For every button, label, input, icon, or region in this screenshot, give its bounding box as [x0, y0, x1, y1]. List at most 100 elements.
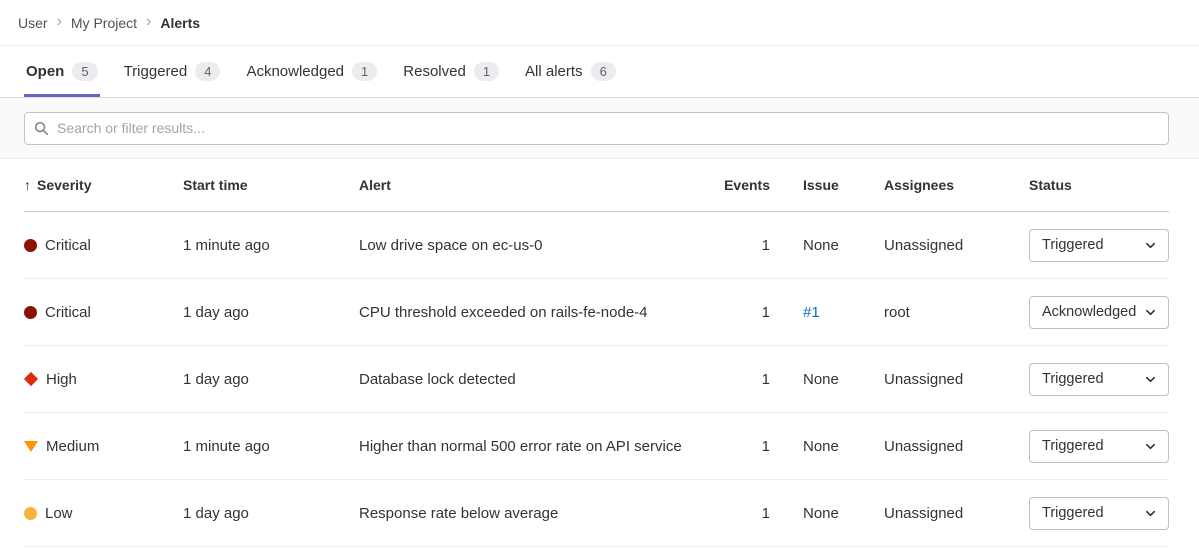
tab-label: All alerts [525, 63, 583, 80]
alert-title-link[interactable]: Response rate below average [359, 505, 710, 522]
events-cell: 1 [710, 438, 770, 455]
status-dropdown[interactable]: Triggered [1029, 497, 1169, 530]
table-row: Medium 1 minute ago Higher than normal 5… [24, 413, 1169, 480]
column-header-status[interactable]: Status [1029, 177, 1169, 193]
breadcrumb-item-my-project[interactable]: My Project [71, 15, 137, 31]
table-row: Critical 1 day ago CPU threshold exceede… [24, 279, 1169, 346]
column-header-label: Severity [37, 177, 91, 193]
issue-cell: None [770, 371, 884, 388]
tab-bar: Open 5 Triggered 4 Acknowledged 1 Resolv… [0, 46, 1199, 98]
status-value: Acknowledged [1042, 304, 1136, 320]
search-input[interactable] [24, 112, 1169, 145]
severity-cell: High [24, 371, 183, 388]
status-dropdown[interactable]: Acknowledged [1029, 296, 1169, 329]
status-dropdown[interactable]: Triggered [1029, 430, 1169, 463]
events-cell: 1 [710, 505, 770, 522]
start-time-cell: 1 day ago [183, 371, 359, 388]
status-value: Triggered [1042, 438, 1104, 454]
severity-label: Critical [45, 237, 91, 254]
events-cell: 1 [710, 304, 770, 321]
severity-label: Low [45, 505, 73, 522]
events-cell: 1 [710, 371, 770, 388]
issue-value: None [803, 371, 839, 388]
issue-cell: None [770, 237, 884, 254]
chevron-down-icon [1145, 240, 1156, 251]
search-box [24, 112, 1169, 145]
tab-label: Triggered [124, 63, 188, 80]
chevron-down-icon [1145, 374, 1156, 385]
column-header-issue: Issue [770, 177, 884, 193]
severity-medium-icon [24, 441, 38, 452]
events-cell: 1 [710, 237, 770, 254]
filter-bar [0, 98, 1199, 159]
alert-title-link[interactable]: CPU threshold exceeded on rails-fe-node-… [359, 304, 710, 321]
status-value: Triggered [1042, 237, 1104, 253]
issue-cell: None [770, 505, 884, 522]
table-row: High 1 day ago Database lock detected 1 … [24, 346, 1169, 413]
start-time-cell: 1 day ago [183, 304, 359, 321]
status-value: Triggered [1042, 505, 1104, 521]
sort-ascending-icon: ↑ [24, 177, 31, 193]
severity-cell: Critical [24, 237, 183, 254]
chevron-down-icon [1145, 441, 1156, 452]
column-header-start-time[interactable]: Start time [183, 177, 359, 193]
status-cell: Acknowledged [1029, 296, 1169, 329]
assignees-cell: Unassigned [884, 371, 1029, 388]
severity-high-icon [24, 372, 38, 386]
tab-all-alerts[interactable]: All alerts 6 [523, 46, 618, 97]
status-cell: Triggered [1029, 497, 1169, 530]
tab-acknowledged[interactable]: Acknowledged 1 [244, 46, 379, 97]
tab-label: Resolved [403, 63, 466, 80]
issue-cell: None [770, 438, 884, 455]
alert-title-link[interactable]: Higher than normal 500 error rate on API… [359, 438, 710, 455]
breadcrumb-item-user[interactable]: User [18, 15, 48, 31]
status-value: Triggered [1042, 371, 1104, 387]
breadcrumb-item-alerts: Alerts [160, 15, 200, 31]
severity-label: High [46, 371, 77, 388]
breadcrumb: User › My Project › Alerts [0, 0, 1199, 46]
severity-cell: Low [24, 505, 183, 522]
status-dropdown[interactable]: Triggered [1029, 363, 1169, 396]
column-header-severity[interactable]: ↑ Severity [24, 177, 183, 193]
start-time-cell: 1 minute ago [183, 237, 359, 254]
tab-resolved[interactable]: Resolved 1 [401, 46, 501, 97]
tab-open[interactable]: Open 5 [24, 46, 100, 97]
column-header-events[interactable]: Events [710, 177, 770, 193]
alert-title-link[interactable]: Low drive space on ec-us-0 [359, 237, 710, 254]
severity-critical-icon [24, 306, 37, 319]
tab-count-badge: 1 [352, 62, 377, 81]
assignees-cell: Unassigned [884, 237, 1029, 254]
tab-label: Acknowledged [246, 63, 344, 80]
issue-value: None [803, 237, 839, 254]
severity-low-icon [24, 507, 37, 520]
severity-critical-icon [24, 239, 37, 252]
assignees-cell: root [884, 304, 1029, 321]
tab-count-badge: 4 [195, 62, 220, 81]
tab-triggered[interactable]: Triggered 4 [122, 46, 223, 97]
breadcrumb-separator-icon: › [57, 14, 62, 32]
column-header-alert: Alert [359, 177, 710, 193]
issue-link[interactable]: #1 [803, 304, 820, 321]
tab-label: Open [26, 63, 64, 80]
tab-count-badge: 1 [474, 62, 499, 81]
tab-count-badge: 5 [72, 62, 97, 81]
severity-label: Medium [46, 438, 99, 455]
start-time-cell: 1 minute ago [183, 438, 359, 455]
breadcrumb-separator-icon: › [146, 14, 151, 32]
assignees-cell: Unassigned [884, 505, 1029, 522]
assignees-cell: Unassigned [884, 438, 1029, 455]
severity-cell: Medium [24, 438, 183, 455]
issue-cell: #1 [770, 304, 884, 321]
table-row: Critical 1 minute ago Low drive space on… [24, 212, 1169, 279]
chevron-down-icon [1145, 307, 1156, 318]
chevron-down-icon [1145, 508, 1156, 519]
start-time-cell: 1 day ago [183, 505, 359, 522]
alerts-table: ↑ Severity Start time Alert Events Issue… [0, 159, 1199, 547]
issue-value: None [803, 438, 839, 455]
search-icon [34, 121, 49, 136]
status-cell: Triggered [1029, 363, 1169, 396]
table-row: Low 1 day ago Response rate below averag… [24, 480, 1169, 547]
status-dropdown[interactable]: Triggered [1029, 229, 1169, 262]
alert-title-link[interactable]: Database lock detected [359, 371, 710, 388]
column-header-assignees: Assignees [884, 177, 1029, 193]
